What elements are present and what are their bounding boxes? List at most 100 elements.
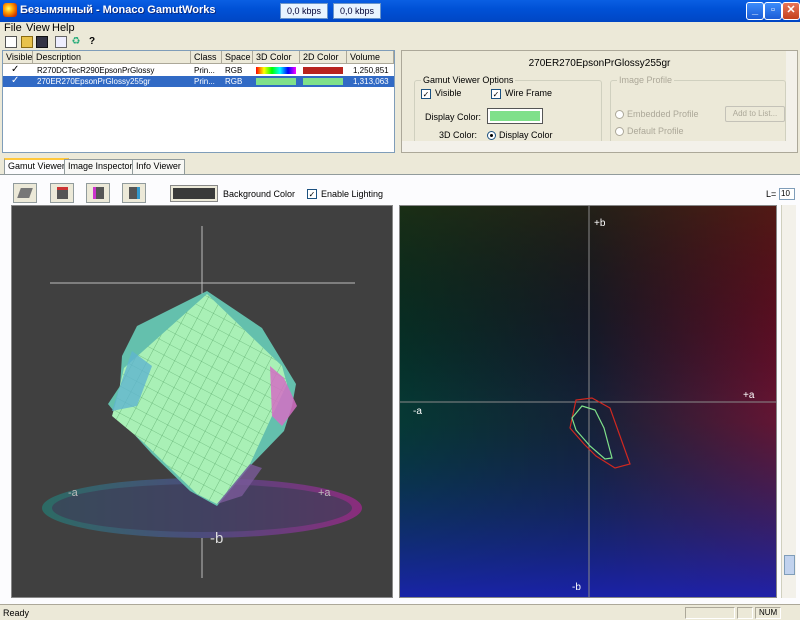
embedded-profile-radio[interactable] bbox=[615, 110, 624, 119]
options-panel: 270ER270EpsonPrGlossy255gr Gamut Viewer … bbox=[401, 50, 798, 153]
row-description: R270DCTecR290EpsonPrGlossy bbox=[37, 66, 155, 75]
label-plus-b: +b bbox=[594, 218, 606, 229]
menu-help[interactable]: Help bbox=[52, 22, 75, 34]
new-file-icon[interactable] bbox=[5, 36, 17, 48]
default-profile-radio[interactable] bbox=[615, 127, 624, 136]
status-pane bbox=[737, 607, 753, 619]
l-label: L= bbox=[766, 189, 777, 199]
label-minus-a: -a bbox=[413, 406, 422, 417]
options-vertical-scrollbar[interactable] bbox=[786, 51, 797, 152]
kbps-indicator-b: 0,0 kbps bbox=[333, 3, 381, 19]
display-color-label: Display Color: bbox=[425, 112, 482, 122]
save-icon[interactable] bbox=[36, 36, 48, 48]
window-title: Безымянный - Monaco GamutWorks bbox=[20, 4, 216, 16]
rotate-icon bbox=[17, 188, 33, 198]
col-space[interactable]: Space bbox=[222, 51, 253, 64]
tab-gamut-viewer[interactable]: Gamut Viewer bbox=[4, 158, 69, 175]
default-profile-label: Default Profile bbox=[627, 126, 684, 136]
help-icon[interactable]: ? bbox=[86, 36, 98, 48]
tab-image-inspector[interactable]: Image Inspector bbox=[64, 159, 137, 174]
visible-checkbox[interactable]: ✓ bbox=[421, 89, 431, 99]
open-folder-icon[interactable] bbox=[21, 36, 33, 48]
enable-lighting-checkbox[interactable]: ✓ bbox=[307, 189, 317, 199]
view-top-button[interactable] bbox=[50, 183, 74, 203]
visible-label: Visible bbox=[435, 88, 462, 98]
title-bar: Безымянный - Monaco GamutWorks 0,0 kbps … bbox=[0, 0, 800, 22]
col-3d-color[interactable]: 3D Color bbox=[253, 51, 300, 64]
tab-info-viewer[interactable]: Info Viewer bbox=[132, 159, 185, 174]
row-volume: 1,250,851 bbox=[353, 66, 389, 75]
gamut-viewer-options-group: Gamut Viewer Options ✓ Visible ✓ Wire Fr… bbox=[414, 75, 602, 146]
row-volume: 1,313,063 bbox=[353, 77, 389, 86]
maximize-button[interactable]: ▫ bbox=[764, 2, 782, 20]
add-to-list-button[interactable]: Add to List... bbox=[725, 106, 785, 122]
minimize-button[interactable]: _ bbox=[746, 2, 764, 20]
print-icon[interactable] bbox=[55, 36, 67, 48]
profile-table: Visible Description Class Space 3D Color… bbox=[2, 50, 395, 153]
image-profile-group: Image Profile Embedded Profile Default P… bbox=[610, 75, 786, 146]
table-row[interactable]: ✓ 270ER270EpsonPrGlossy255gr Prin... RGB… bbox=[3, 75, 394, 87]
gamut-3d-view[interactable]: -a +a -b bbox=[11, 205, 393, 598]
l-slider[interactable] bbox=[781, 205, 796, 598]
close-button[interactable]: ✕ bbox=[782, 2, 800, 20]
row-space: RGB bbox=[225, 77, 243, 86]
side-view-icon bbox=[92, 187, 104, 199]
label-minus-b: -b bbox=[572, 582, 581, 593]
front-view-icon bbox=[128, 187, 140, 199]
display-color-button[interactable] bbox=[487, 108, 543, 124]
l-value-input[interactable]: 10 bbox=[779, 188, 795, 200]
num-lock-indicator: NUM bbox=[755, 607, 781, 619]
status-bar: Ready NUM bbox=[0, 604, 800, 620]
background-color-swatch bbox=[173, 188, 215, 199]
row-space: RGB bbox=[225, 66, 243, 75]
view-front-button[interactable] bbox=[122, 183, 146, 203]
menu-file[interactable]: File bbox=[4, 22, 22, 34]
table-row[interactable]: ✓ R270DCTecR290EpsonPrGlossy Prin... RGB… bbox=[3, 64, 394, 76]
row-class: Prin... bbox=[194, 66, 215, 75]
col-description[interactable]: Description bbox=[33, 51, 191, 64]
display-color-swatch bbox=[490, 111, 540, 121]
label-plus-a: +a bbox=[318, 487, 331, 499]
col-class[interactable]: Class bbox=[191, 51, 222, 64]
toolbar: ♻ ? bbox=[0, 35, 800, 51]
row-description: 270ER270EpsonPrGlossy255gr bbox=[37, 77, 151, 86]
col-visible[interactable]: Visible bbox=[3, 51, 33, 64]
group-title: Image Profile bbox=[617, 75, 675, 85]
wireframe-checkbox[interactable]: ✓ bbox=[491, 89, 501, 99]
gamut-2d-canvas: +b -b +a -a bbox=[400, 206, 776, 597]
label-minus-b: -b bbox=[210, 530, 223, 547]
3d-color-option: Display Color bbox=[499, 130, 553, 140]
view-side-button[interactable] bbox=[86, 183, 110, 203]
3d-color-label: 3D Color: bbox=[439, 130, 478, 140]
l-slider-thumb[interactable] bbox=[784, 555, 795, 575]
enable-lighting-label: Enable Lighting bbox=[321, 189, 384, 199]
3d-color-swatch bbox=[256, 67, 296, 74]
3d-color-swatch bbox=[256, 78, 296, 85]
menu-bar: File View Help bbox=[0, 22, 800, 36]
menu-view[interactable]: View bbox=[26, 22, 50, 34]
label-minus-a: -a bbox=[68, 487, 79, 499]
options-horizontal-scrollbar[interactable] bbox=[402, 141, 786, 152]
refresh-icon[interactable]: ♻ bbox=[70, 36, 82, 48]
3d-color-radio[interactable] bbox=[487, 131, 496, 140]
background-color-label: Background Color bbox=[223, 189, 296, 199]
row-class: Prin... bbox=[194, 77, 215, 86]
top-view-icon bbox=[56, 187, 68, 199]
tab-strip: Gamut Viewer Image Inspector Info Viewer bbox=[0, 158, 800, 175]
kbps-indicator-a: 0,0 kbps bbox=[280, 3, 328, 19]
2d-color-swatch bbox=[303, 78, 343, 85]
background-color-button[interactable] bbox=[170, 185, 218, 202]
visible-check[interactable]: ✓ bbox=[11, 64, 19, 75]
status-text: Ready bbox=[3, 608, 30, 618]
app-icon bbox=[3, 3, 17, 17]
view-rotate-button[interactable] bbox=[13, 183, 37, 203]
col-volume[interactable]: Volume bbox=[347, 51, 394, 64]
visible-check[interactable]: ✓ bbox=[11, 75, 19, 86]
wireframe-label: Wire Frame bbox=[505, 88, 552, 98]
gamut-3d-canvas: -a +a -b bbox=[42, 226, 362, 578]
label-plus-a: +a bbox=[743, 390, 755, 401]
status-pane bbox=[685, 607, 735, 619]
col-2d-color[interactable]: 2D Color bbox=[300, 51, 347, 64]
gamut-2d-view[interactable]: +b -b +a -a bbox=[399, 205, 777, 598]
2d-color-swatch bbox=[303, 67, 343, 74]
